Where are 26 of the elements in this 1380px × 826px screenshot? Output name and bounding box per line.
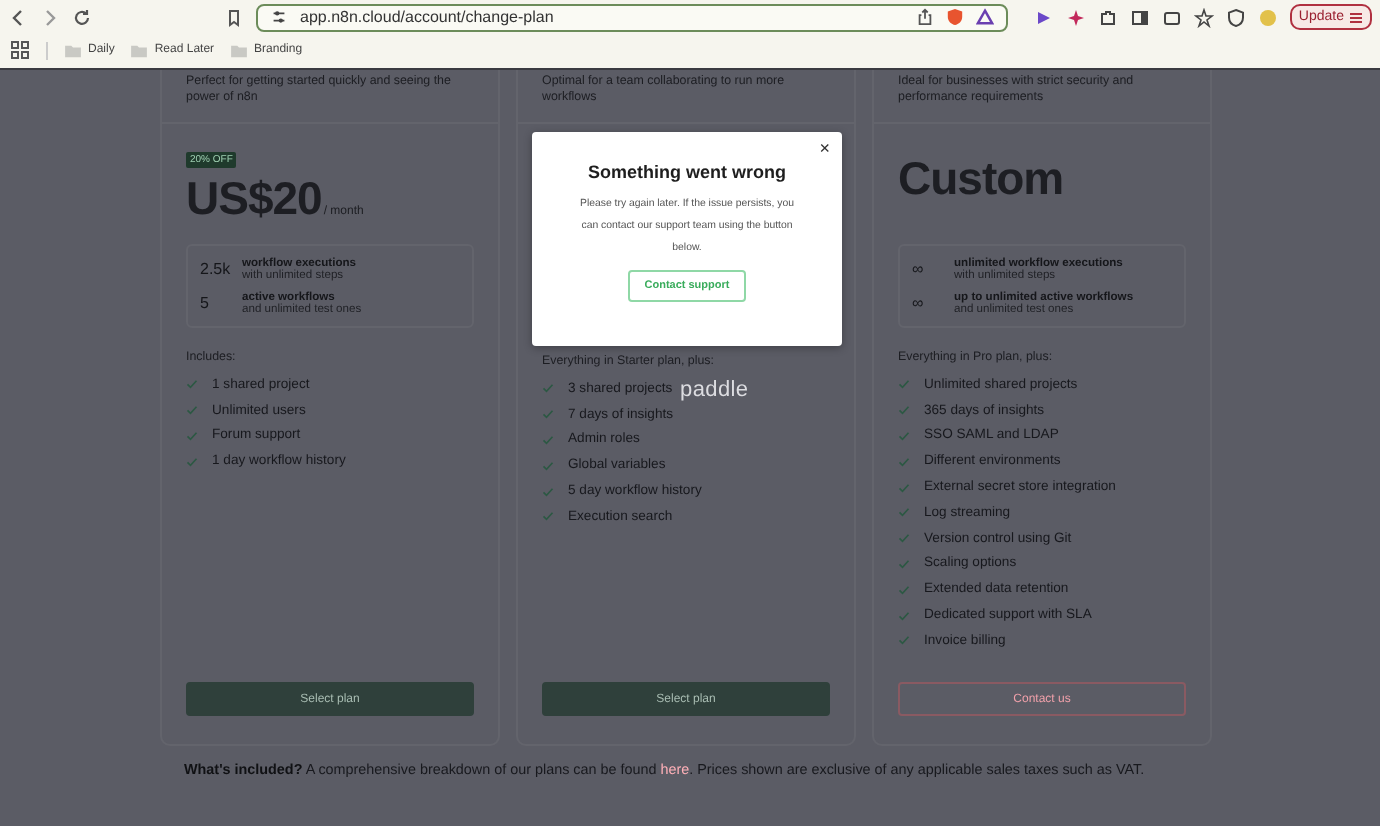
address-bar[interactable]: app.n8n.cloud/account/change-plan [256,3,1008,31]
share-icon[interactable] [916,8,934,26]
menu-icon [1348,9,1364,25]
back-icon[interactable] [8,7,28,27]
dialog-title: Something went wrong [588,162,786,182]
bookmark-icon[interactable] [224,7,244,27]
limit-amount: ∞ [912,260,926,278]
site-settings-icon[interactable] [270,8,288,26]
limit-amount: ∞ [912,294,926,312]
plan-price: US$20 [186,172,322,226]
folder-icon [130,43,149,57]
folder-icon [230,43,249,57]
sidebar-icon[interactable] [1130,7,1151,27]
plan-price: Custom [898,152,1064,206]
limit-amount: 5 [200,294,211,312]
paddle-logo: paddle [680,378,749,402]
close-button[interactable]: × [815,138,834,158]
star-icon[interactable] [1194,7,1215,27]
forward-icon[interactable] [40,7,60,27]
limit-amount: 2.5k [200,260,233,278]
apps-grid-icon[interactable] [10,40,30,60]
triangle-icon[interactable] [976,8,994,26]
reload-icon[interactable] [72,7,92,27]
sparkle-icon[interactable] [1066,7,1087,27]
folder-icon [64,43,82,57]
shield-icon[interactable] [1226,7,1247,27]
